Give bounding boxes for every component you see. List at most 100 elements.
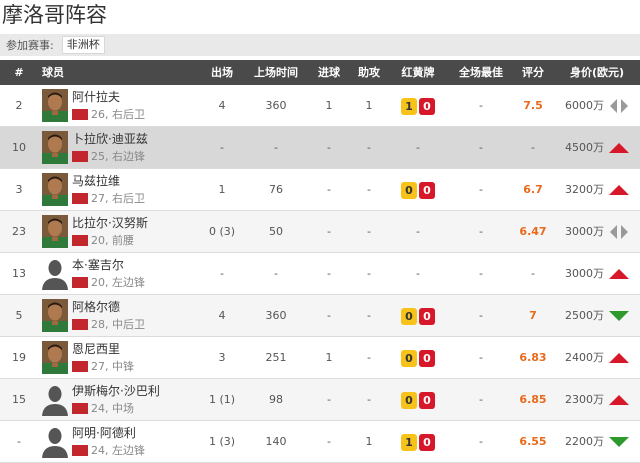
player-photo[interactable] <box>42 215 68 248</box>
cards: 00 <box>390 295 446 336</box>
man-of-match: - <box>479 225 483 238</box>
red-card-count: 0 <box>419 349 435 367</box>
table-row[interactable]: 3 马兹拉维 27, 右后卫 1 76 - - 0 0 - 6.7 3200万 <box>0 169 640 211</box>
trend-down-icon <box>604 421 634 462</box>
trend-up-icon <box>604 169 634 210</box>
table-row[interactable]: 23 比拉尔·汉努斯 20, 前腰 0 (3) 50 - - - - 6.47 3000万 <box>0 211 640 253</box>
morocco-flag-icon <box>72 402 88 414</box>
cards-empty: - <box>416 225 420 238</box>
yellow-card-count: 0 <box>401 391 417 409</box>
rating-value: 6.7 <box>523 183 543 196</box>
market-value: 2300万 <box>565 393 604 406</box>
player-photo[interactable] <box>42 131 68 164</box>
player-age-position: 28, 中后卫 <box>91 318 145 331</box>
rating: 6.83 <box>512 337 554 378</box>
minutes-played: - <box>274 267 278 280</box>
cards-empty: - <box>416 267 420 280</box>
player-name-link[interactable]: 阿明·阿德利 <box>72 424 136 441</box>
goals: - <box>327 183 331 196</box>
man-of-match: - <box>479 393 483 406</box>
col-cards[interactable]: 红黄牌 <box>390 60 446 85</box>
rating-empty: - <box>531 267 535 280</box>
player-age-position: 24, 中场 <box>91 402 134 415</box>
assists: - <box>367 141 371 154</box>
filter-label: 参加赛事: <box>6 39 54 52</box>
morocco-flag-icon <box>72 318 88 330</box>
market-value: 3000万 <box>565 267 604 280</box>
minutes-played: 360 <box>265 99 287 112</box>
assists: - <box>367 183 371 196</box>
player-photo[interactable] <box>42 173 68 206</box>
player-photo[interactable] <box>42 299 68 332</box>
trend-up-icon <box>604 127 634 168</box>
table-row[interactable]: 15 伊斯梅尔·沙巴利 24, 中场 1 (1) 98 - - 0 0 - 6.85 2300万 <box>0 379 640 421</box>
player-name-link[interactable]: 本·塞吉尔 <box>72 256 124 273</box>
table-row[interactable]: 19 恩尼西里 27, 中锋 3 251 1 - 0 0 - 6.83 2400万 <box>0 337 640 379</box>
competition-chip[interactable]: 非洲杯 <box>61 36 105 54</box>
goals: 1 <box>325 99 333 112</box>
col-num[interactable]: # <box>0 60 38 85</box>
player-age-position: 26, 右后卫 <box>91 108 145 121</box>
goals: - <box>327 267 331 280</box>
assists: 1 <box>365 435 373 448</box>
table-row[interactable]: 2 阿什拉夫 26, 右后卫 4 360 1 1 1 0-7.5 6000万 <box>0 85 640 127</box>
cards: - <box>390 127 446 168</box>
col-assists[interactable]: 助攻 <box>350 60 388 85</box>
trend-flat-icon <box>604 85 634 126</box>
player-name-link[interactable]: 马兹拉维 <box>72 172 120 189</box>
shirt-number: 15 <box>12 393 26 406</box>
trend-down-icon <box>604 295 634 336</box>
player-silhouette-icon[interactable] <box>42 257 68 290</box>
col-rating[interactable]: 评分 <box>512 60 554 85</box>
player-name-link[interactable]: 伊斯梅尔·沙巴利 <box>72 382 160 399</box>
table-row[interactable]: - 阿明·阿德利 24, 左边锋 1 (3) 140-1 1 0-6.55 2200万 <box>0 421 640 463</box>
yellow-card-count: 1 <box>401 97 417 115</box>
man-of-match: - <box>479 183 483 196</box>
col-player[interactable]: 球员 <box>42 60 72 85</box>
col-minutes[interactable]: 上场时间 <box>246 60 306 85</box>
red-card-count: 0 <box>419 433 435 451</box>
player-age-position: 20, 前腰 <box>91 234 134 247</box>
shirt-number: 13 <box>12 267 26 280</box>
assists: - <box>367 351 371 364</box>
player-age-position: 24, 左边锋 <box>91 444 145 457</box>
player-name-link[interactable]: 卜拉欣·迪亚兹 <box>72 130 148 147</box>
minutes-played: 360 <box>265 309 287 322</box>
col-value[interactable]: 身价(欧元) <box>556 60 638 85</box>
market-value: 4500万 <box>565 141 604 154</box>
minutes-played: 76 <box>269 183 283 196</box>
col-appearances[interactable]: 出场 <box>200 60 244 85</box>
player-photo[interactable] <box>42 341 68 374</box>
red-card-count: 0 <box>419 97 435 115</box>
rating: 6.47 <box>512 211 554 252</box>
minutes-played: - <box>274 141 278 154</box>
player-age-position: 27, 右后卫 <box>91 192 145 205</box>
red-card-count: 0 <box>419 181 435 199</box>
col-best[interactable]: 全场最佳 <box>452 60 510 85</box>
player-silhouette-icon[interactable] <box>42 425 68 458</box>
market-value: 2500万 <box>565 309 604 322</box>
player-silhouette-icon[interactable] <box>42 383 68 416</box>
shirt-number: - <box>17 435 21 448</box>
goals: - <box>327 435 331 448</box>
player-age-position: 20, 左边锋 <box>91 276 145 289</box>
appearances: - <box>220 141 224 154</box>
player-name-link[interactable]: 恩尼西里 <box>72 340 120 357</box>
cards: - <box>390 211 446 252</box>
cards: 00 <box>390 169 446 210</box>
col-goals[interactable]: 进球 <box>310 60 348 85</box>
trend-up-icon <box>604 337 634 378</box>
player-photo[interactable] <box>42 89 68 122</box>
man-of-match: - <box>479 267 483 280</box>
cards: 10 <box>390 85 446 126</box>
player-name-link[interactable]: 比拉尔·汉努斯 <box>72 214 148 231</box>
player-name-link[interactable]: 阿什拉夫 <box>72 88 120 105</box>
table-row[interactable]: 13 本·塞吉尔 20, 左边锋 - - - - - - - 3000万 <box>0 253 640 295</box>
table-row[interactable]: 5 阿格尔德 28, 中后卫 4 360 - - 0 0 - 7 2500万 <box>0 295 640 337</box>
morocco-flag-icon <box>72 444 88 456</box>
cards: - <box>390 253 446 294</box>
table-row[interactable]: 10 卜拉欣·迪亚兹 25, 右边锋 - - - - - - - 4500万 <box>0 127 640 169</box>
goals: - <box>327 141 331 154</box>
player-name-link[interactable]: 阿格尔德 <box>72 298 120 315</box>
man-of-match: - <box>479 309 483 322</box>
